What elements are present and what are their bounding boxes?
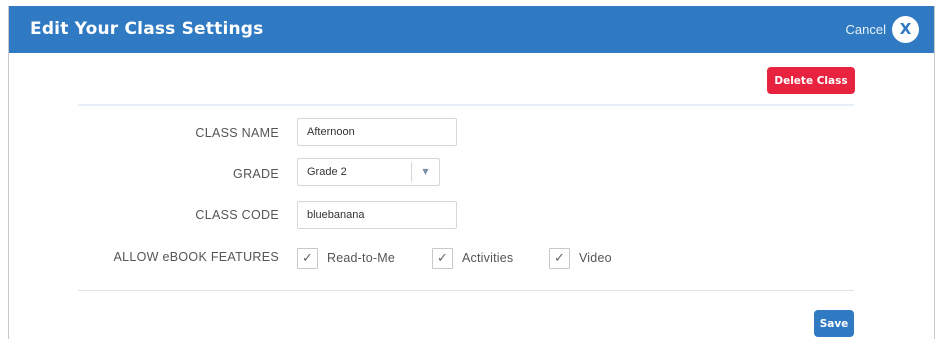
class-name-label: CLASS NAME	[195, 126, 279, 140]
check-icon: ✓	[554, 250, 565, 266]
cancel-button[interactable]: Cancel X	[846, 16, 919, 43]
activities-checkbox[interactable]: ✓	[432, 247, 453, 269]
activities-option[interactable]: ✓ Activities	[432, 246, 513, 270]
dialog-title: Edit Your Class Settings	[30, 19, 264, 39]
video-label: Video	[579, 251, 612, 265]
top-divider	[78, 104, 854, 106]
grade-select-value: Grade 2	[307, 166, 347, 178]
save-button[interactable]: Save	[814, 310, 854, 337]
edit-class-dialog: Edit Your Class Settings Cancel X Delete…	[8, 6, 935, 339]
bottom-divider	[78, 290, 854, 291]
ebook-features-label: ALLOW eBOOK FEATURES	[113, 250, 279, 264]
class-code-label: CLASS CODE	[195, 208, 279, 222]
check-icon: ✓	[437, 250, 448, 266]
close-icon[interactable]: X	[892, 16, 919, 43]
check-icon: ✓	[302, 250, 313, 266]
read-to-me-option[interactable]: ✓ Read-to-Me	[297, 246, 395, 270]
video-checkbox[interactable]: ✓	[549, 247, 570, 269]
cancel-label: Cancel	[845, 22, 886, 37]
read-to-me-checkbox[interactable]: ✓	[297, 247, 318, 269]
read-to-me-label: Read-to-Me	[327, 251, 395, 265]
video-option[interactable]: ✓ Video	[549, 246, 612, 270]
class-name-input[interactable]: Afternoon	[297, 118, 457, 146]
dialog-header: Edit Your Class Settings Cancel X	[9, 6, 934, 53]
class-code-input[interactable]: bluebanana	[297, 201, 457, 229]
chevron-down-icon[interactable]: ▼	[412, 159, 439, 185]
grade-label: GRADE	[233, 167, 279, 181]
delete-class-button[interactable]: Delete Class	[767, 67, 855, 94]
grade-select[interactable]: Grade 2 ▼	[297, 158, 440, 186]
activities-label: Activities	[462, 251, 514, 265]
